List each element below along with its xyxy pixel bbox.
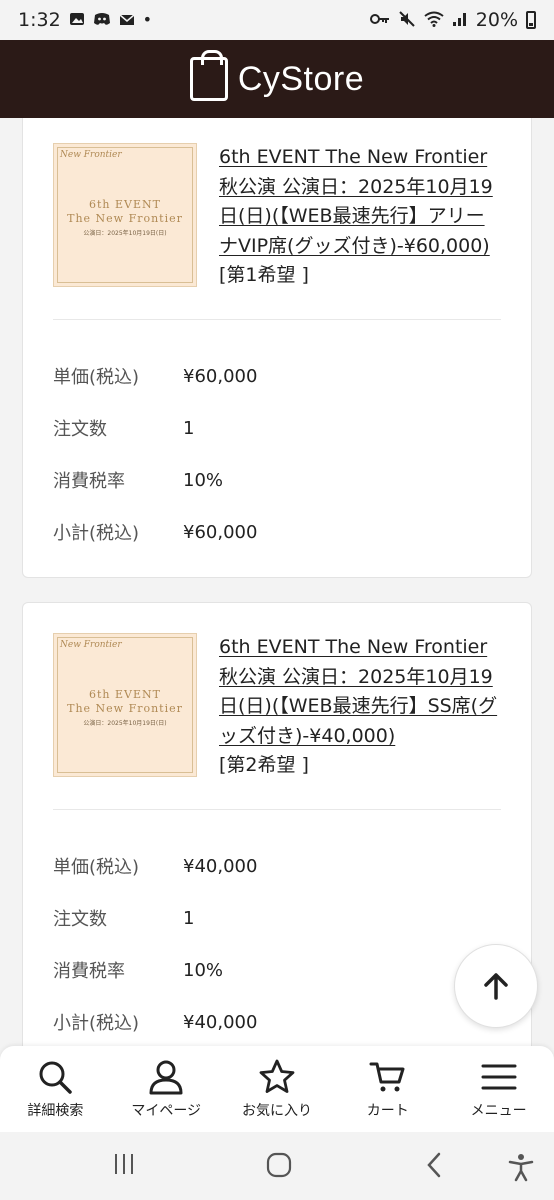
detail-row-quantity: 注文数 1 — [53, 402, 531, 454]
preference-label: [第2希望 ] — [219, 754, 309, 776]
detail-value: 10% — [183, 959, 224, 981]
status-time: 1:32 — [18, 9, 61, 31]
back-icon[interactable] — [424, 1152, 444, 1182]
thumbnail-date: 公演日：2025年10月19日(日) — [83, 720, 167, 727]
detail-key: 消費税率 — [53, 471, 125, 492]
nav-favorites[interactable]: お気に入り — [222, 1046, 333, 1132]
accessibility-icon[interactable] — [506, 1152, 536, 1186]
user-icon — [149, 1060, 183, 1095]
product-title-link[interactable]: 6th EVENT The New Frontier 秋公演 公演日：2025年… — [219, 143, 503, 261]
cart-content: New Frontier 6th EVENT The New Frontier … — [0, 118, 554, 1048]
status-bar: 1:32 • 20% — [0, 0, 554, 40]
thumbnail-date: 公演日：2025年10月19日(日) — [83, 230, 167, 237]
thumbnail-event: 6th EVENT — [89, 688, 161, 701]
detail-key: 消費税率 — [53, 961, 125, 982]
thumbnail-title: The New Frontier — [67, 702, 183, 715]
detail-key: 注文数 — [53, 419, 107, 440]
nav-my-page[interactable]: マイページ — [111, 1046, 222, 1132]
battery-icon — [526, 11, 536, 29]
detail-key: 小計(税込) — [53, 523, 140, 544]
detail-row-quantity: 注文数 1 — [53, 892, 531, 944]
dot-icon: • — [142, 10, 153, 29]
product-summary: New Frontier 6th EVENT The New Frontier … — [23, 118, 531, 290]
detail-value: ¥60,000 — [183, 521, 258, 543]
detail-key: 小計(税込) — [53, 1013, 140, 1034]
nav-label: マイページ — [131, 1103, 202, 1119]
thumbnail-brand: New Frontier — [60, 150, 122, 160]
product-thumbnail[interactable]: New Frontier 6th EVENT The New Frontier … — [53, 143, 197, 287]
product-thumbnail[interactable]: New Frontier 6th EVENT The New Frontier … — [53, 633, 197, 777]
site-logo-text[interactable]: CyStore — [238, 60, 364, 99]
price-details: 単価(税込) ¥40,000 注文数 1 消費税率 10% 小計(税込) ¥40… — [23, 810, 531, 1048]
detail-row-unit-price: 単価(税込) ¥40,000 — [53, 840, 531, 892]
thumbnail-brand: New Frontier — [60, 640, 122, 650]
nav-label: お気に入り — [241, 1103, 312, 1119]
detail-value: ¥40,000 — [183, 1011, 258, 1033]
nav-label: メニュー — [470, 1103, 527, 1119]
preference-label: [第1希望 ] — [219, 264, 309, 286]
detail-value: ¥60,000 — [183, 365, 258, 387]
detail-key: 単価(税込) — [53, 367, 140, 388]
detail-value: 1 — [183, 907, 195, 929]
shopping-bag-logo-icon[interactable] — [189, 50, 228, 101]
detail-value: 1 — [183, 417, 195, 439]
nav-advanced-search[interactable]: 詳細検索 — [0, 1046, 111, 1132]
nav-cart[interactable]: カート — [332, 1046, 443, 1132]
discord-icon — [93, 12, 111, 29]
menu-icon — [481, 1064, 517, 1090]
site-header: CyStore — [0, 40, 554, 118]
order-item-card: New Frontier 6th EVENT The New Frontier … — [22, 118, 532, 578]
detail-value: 10% — [183, 469, 224, 491]
signal-icon — [452, 11, 468, 30]
nav-label: 詳細検索 — [27, 1103, 84, 1119]
arrow-up-icon — [484, 973, 508, 1000]
detail-key: 単価(税込) — [53, 857, 140, 878]
detail-row-tax-rate: 消費税率 10% — [53, 454, 531, 506]
key-icon — [369, 12, 390, 28]
battery-percent: 20% — [475, 9, 518, 31]
gallery-icon — [69, 11, 85, 30]
wifi-icon — [424, 11, 444, 30]
scroll-to-top-button[interactable] — [454, 944, 538, 1028]
detail-row-subtotal: 小計(税込) ¥60,000 — [53, 506, 531, 558]
price-details: 単価(税込) ¥60,000 注文数 1 消費税率 10% 小計(税込) ¥60… — [23, 320, 531, 558]
mail-icon — [119, 12, 135, 29]
search-icon — [39, 1061, 73, 1094]
home-icon[interactable] — [266, 1152, 292, 1182]
detail-row-unit-price: 単価(税込) ¥60,000 — [53, 350, 531, 402]
nav-menu[interactable]: メニュー — [443, 1046, 554, 1132]
thumbnail-title: The New Frontier — [67, 212, 183, 225]
recent-apps-icon[interactable] — [112, 1152, 136, 1180]
product-summary: New Frontier 6th EVENT The New Frontier … — [23, 603, 531, 780]
nav-label: カート — [366, 1103, 409, 1119]
cart-icon — [369, 1062, 405, 1092]
mute-icon — [398, 10, 416, 31]
star-icon — [259, 1059, 295, 1093]
bottom-navigation: 詳細検索 マイページ お気に入り カート メニュー — [0, 1046, 554, 1132]
system-navigation-bar — [0, 1132, 554, 1200]
detail-value: ¥40,000 — [183, 855, 258, 877]
product-title-link[interactable]: 6th EVENT The New Frontier 秋公演 公演日：2025年… — [219, 633, 503, 751]
thumbnail-event: 6th EVENT — [89, 198, 161, 211]
detail-key: 注文数 — [53, 909, 107, 930]
